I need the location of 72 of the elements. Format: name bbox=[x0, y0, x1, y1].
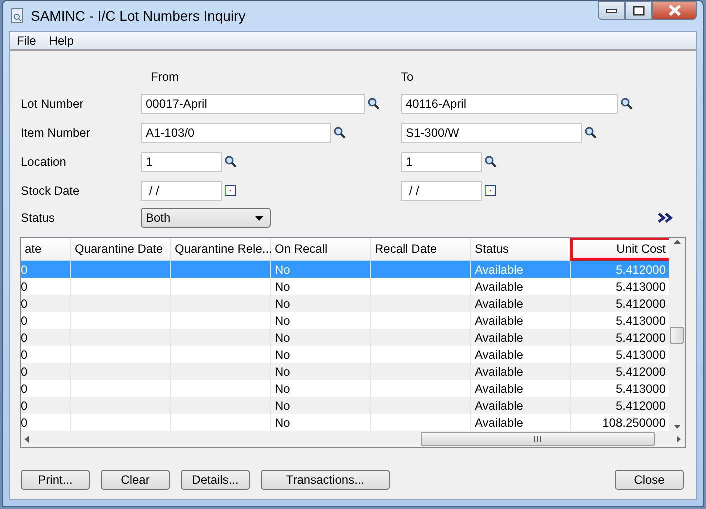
close-button[interactable]: Close bbox=[615, 470, 684, 490]
column-header[interactable]: Quarantine Date bbox=[71, 238, 171, 260]
column-header[interactable]: Status bbox=[471, 238, 571, 260]
scroll-thumb[interactable] bbox=[670, 327, 684, 344]
grip-icon bbox=[534, 436, 542, 442]
table-cell: No bbox=[271, 261, 371, 278]
field-label: Location bbox=[21, 154, 68, 170]
horizontal-scrollbar[interactable] bbox=[21, 431, 685, 447]
table-cell: 0 bbox=[21, 329, 71, 346]
menu-item[interactable]: Help bbox=[49, 32, 74, 50]
scroll-right-icon[interactable] bbox=[677, 436, 681, 442]
date-field[interactable]: / / bbox=[141, 180, 222, 200]
column-header[interactable]: Quarantine Rele... bbox=[171, 238, 271, 260]
field-label: Lot Number bbox=[21, 96, 85, 112]
table-cell: 0 bbox=[21, 363, 71, 380]
table-cell: 0 bbox=[21, 295, 71, 312]
table-cell: Available bbox=[471, 363, 571, 380]
dialog-button[interactable]: Clear bbox=[101, 470, 170, 490]
table-cell: No bbox=[271, 397, 371, 414]
scroll-down-icon[interactable] bbox=[674, 425, 680, 429]
column-header[interactable]: Recall Date bbox=[371, 238, 471, 260]
date-field[interactable]: / / bbox=[401, 180, 482, 200]
field-label: Stock Date bbox=[21, 182, 81, 200]
table-cell: Available bbox=[471, 261, 571, 278]
vertical-scrollbar[interactable] bbox=[669, 238, 685, 431]
menu-item[interactable]: File bbox=[17, 32, 36, 50]
search-icon[interactable] bbox=[621, 98, 633, 110]
app-icon bbox=[11, 8, 25, 24]
scroll-thumb[interactable] bbox=[421, 432, 655, 446]
field-label: Item Number bbox=[21, 124, 92, 142]
dialog-button[interactable]: Transactions... bbox=[261, 470, 390, 490]
minimize-button[interactable] bbox=[598, 1, 625, 20]
input-field[interactable]: 1 bbox=[141, 152, 222, 172]
search-icon[interactable] bbox=[225, 156, 237, 168]
table-cell: 0 bbox=[21, 261, 71, 278]
dropdown-arrow-icon[interactable] bbox=[255, 216, 264, 220]
column-header[interactable]: Unit Cost bbox=[571, 238, 669, 260]
maximize-button[interactable] bbox=[625, 1, 652, 20]
search-icon[interactable] bbox=[485, 156, 497, 168]
table-cell: 0 bbox=[21, 397, 71, 414]
dialog-button[interactable]: Print... bbox=[21, 470, 90, 490]
table-cell: No bbox=[271, 363, 371, 380]
table-cell: Available bbox=[471, 295, 571, 312]
table-cell: Available bbox=[471, 397, 571, 414]
status-dropdown[interactable]: Both bbox=[141, 208, 271, 228]
search-icon[interactable] bbox=[368, 98, 380, 110]
table-cell: No bbox=[271, 329, 371, 346]
search-icon[interactable] bbox=[585, 126, 597, 138]
column-label: From bbox=[151, 69, 179, 86]
input-field[interactable]: 1 bbox=[401, 152, 482, 172]
close-icon bbox=[668, 5, 682, 16]
search-icon[interactable] bbox=[334, 126, 346, 138]
input-field[interactable]: S1-300/W bbox=[401, 122, 582, 142]
column-label: To bbox=[401, 69, 414, 86]
close-button[interactable] bbox=[652, 1, 697, 20]
table-cell: Available bbox=[471, 329, 571, 346]
scroll-left-icon[interactable] bbox=[25, 436, 29, 442]
input-field[interactable]: 00017-April bbox=[141, 94, 365, 114]
calendar-icon[interactable] bbox=[225, 185, 236, 196]
maximize-icon bbox=[632, 6, 644, 16]
table-cell: No bbox=[271, 295, 371, 312]
minimize-icon bbox=[606, 8, 618, 14]
next-icon[interactable] bbox=[658, 213, 674, 223]
input-field[interactable]: 40116-April bbox=[401, 94, 618, 114]
field-label: Status bbox=[21, 210, 56, 227]
scroll-up-icon[interactable] bbox=[674, 240, 680, 244]
column-header[interactable]: On Recall bbox=[271, 238, 371, 260]
column-header[interactable]: ate bbox=[21, 238, 71, 260]
calendar-icon[interactable] bbox=[485, 185, 496, 196]
input-field[interactable]: A1-103/0 bbox=[141, 122, 331, 142]
dialog-button[interactable]: Details... bbox=[181, 470, 250, 490]
window-title: SAMINC - I/C Lot Numbers Inquiry bbox=[31, 6, 246, 26]
